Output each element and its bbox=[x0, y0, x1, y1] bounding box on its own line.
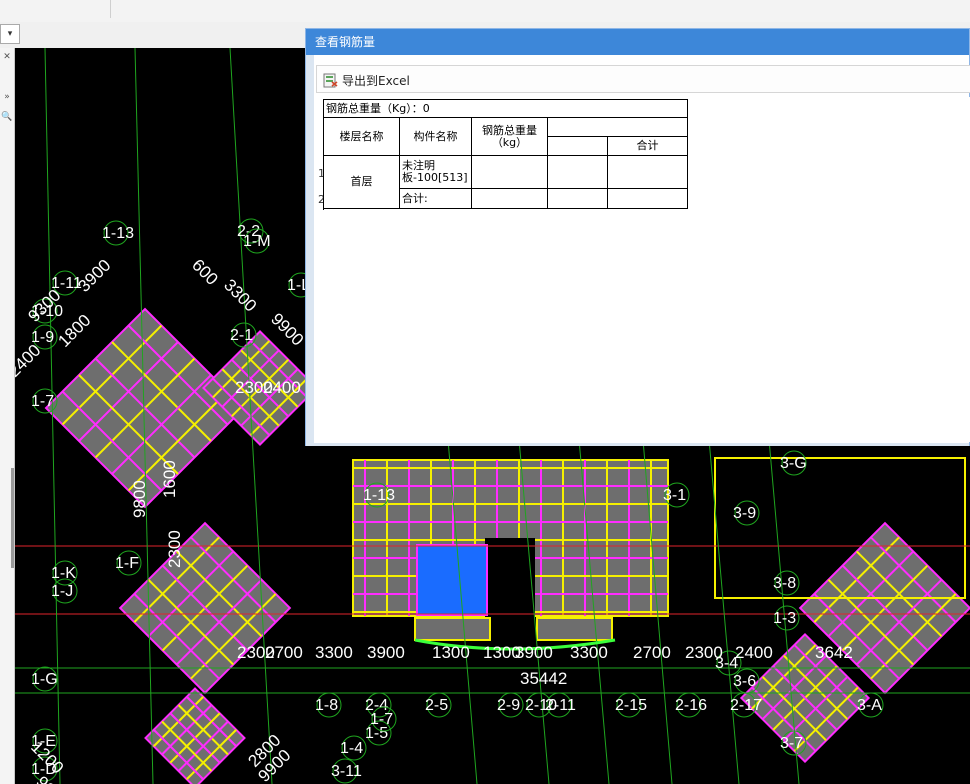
cell-subtotal-label: 合计: bbox=[400, 189, 472, 209]
dimension-label: 2300 bbox=[165, 530, 184, 568]
axis-label: 1-7 bbox=[31, 393, 54, 410]
layer-combo-dropdown[interactable]: ▾ bbox=[0, 24, 20, 44]
report-table: 钢筋总重量（Kg）：0 楼层名称 构件名称 钢筋总重量（kg） 合计 首层 未注… bbox=[323, 99, 688, 210]
void bbox=[485, 538, 535, 618]
left-side-panel: ✕ » 🔍 bbox=[0, 48, 15, 784]
cell-weight bbox=[472, 156, 548, 189]
axis-label: 1-13 bbox=[363, 487, 395, 504]
axis-label: 1-9 bbox=[31, 329, 54, 346]
dimension-label: 2400 bbox=[735, 643, 773, 662]
dimension-label: 3900 bbox=[367, 643, 405, 662]
dimension-label: 2700 bbox=[633, 643, 671, 662]
dialog-left-border bbox=[306, 55, 314, 445]
axis-label: 1-7 bbox=[370, 711, 393, 728]
axis-label: 3-A bbox=[857, 697, 882, 714]
dimension-label: 3300 bbox=[315, 643, 353, 662]
dimension-label: 2700 bbox=[265, 643, 303, 662]
total-weight-line: 钢筋总重量（Kg）：0 bbox=[324, 100, 688, 118]
toolbar-separator bbox=[110, 0, 111, 18]
slab bbox=[536, 617, 613, 641]
axis-label: 1-G bbox=[31, 671, 58, 688]
axis-label: 2-5 bbox=[425, 697, 448, 714]
dimension-label: 1600 bbox=[160, 460, 179, 498]
axis-label: 2-15 bbox=[615, 697, 647, 714]
dimension-label: 3900 bbox=[515, 643, 553, 662]
cell-floor: 首层 bbox=[324, 156, 400, 209]
dimension-label: 3642 bbox=[815, 643, 853, 662]
axis-label: 2-11 bbox=[545, 697, 576, 714]
dimension-label: 2400 bbox=[263, 378, 301, 397]
cell-component: 未注明板-100[513] bbox=[400, 156, 472, 189]
axis-label: 3-7 bbox=[780, 735, 803, 752]
search-icon[interactable]: 🔍 bbox=[0, 110, 14, 124]
dimension-label: 2300 bbox=[685, 643, 723, 662]
export-excel-label: 导出到Excel bbox=[342, 73, 410, 88]
dialog-bottom-border bbox=[306, 443, 969, 446]
dimension-label: 3300 bbox=[570, 643, 608, 662]
col-header-total: 合计 bbox=[608, 137, 688, 156]
axis-label: 1-13 bbox=[102, 225, 134, 242]
panel-scrollbar[interactable] bbox=[11, 468, 14, 568]
axis-label: 2-17 bbox=[730, 697, 762, 714]
axis-label: 3-11 bbox=[331, 763, 362, 780]
axis-label: 3-1 bbox=[663, 487, 686, 504]
excel-export-icon bbox=[323, 73, 338, 88]
axis-label: 3-G bbox=[780, 455, 807, 472]
panel-expand-icon[interactable]: » bbox=[0, 90, 14, 104]
col-header-blank-sub bbox=[548, 137, 608, 156]
panel-close-icon[interactable]: ✕ bbox=[0, 50, 14, 64]
export-excel-button[interactable]: 导出到Excel bbox=[323, 71, 410, 89]
col-header-weight: 钢筋总重量（kg） bbox=[472, 118, 548, 156]
dialog-toolstrip: 导出到Excel bbox=[316, 65, 970, 93]
slab bbox=[414, 617, 491, 641]
axis-label: 1-8 bbox=[315, 697, 338, 714]
cell-blank bbox=[548, 156, 608, 189]
top-menu-bar bbox=[0, 0, 970, 23]
axis-label: 2-1 bbox=[230, 327, 253, 344]
cell-subtotal-total bbox=[608, 189, 688, 209]
rebar-quantity-dialog: 查看钢筋量 导出到Excel 1 2 钢筋总重量（Kg）：0 楼层名称 构件名称… bbox=[305, 28, 970, 446]
axis-label: 1-J bbox=[51, 583, 73, 600]
dimension-label: 1300 bbox=[432, 643, 470, 662]
axis-label: 1-4 bbox=[340, 740, 363, 757]
axis-label: 1-M bbox=[243, 233, 271, 250]
cell-subtotal-blank bbox=[548, 189, 608, 209]
axis-label: 2-16 bbox=[675, 697, 707, 714]
axis-label: 3-9 bbox=[733, 505, 756, 522]
axis-label: 3-6 bbox=[733, 673, 756, 690]
cell-subtotal-weight bbox=[472, 189, 548, 209]
col-header-component: 构件名称 bbox=[400, 118, 472, 156]
axis-label: 1-F bbox=[115, 555, 139, 572]
rebar-report-sheet: 1 2 钢筋总重量（Kg）：0 楼层名称 构件名称 钢筋总重量（kg） 合计 首… bbox=[316, 97, 970, 442]
dimension-label: 9800 bbox=[130, 480, 149, 518]
axis-label: 2-9 bbox=[497, 697, 520, 714]
axis-label: 1-3 bbox=[773, 610, 796, 627]
dialog-title: 查看钢筋量 bbox=[306, 29, 969, 55]
col-header-floor: 楼层名称 bbox=[324, 118, 400, 156]
cell-total bbox=[608, 156, 688, 189]
dimension-label: 35442 bbox=[520, 669, 567, 688]
axis-label: 3-8 bbox=[773, 575, 796, 592]
selected-slab bbox=[416, 544, 488, 616]
col-header-blank bbox=[548, 118, 688, 137]
